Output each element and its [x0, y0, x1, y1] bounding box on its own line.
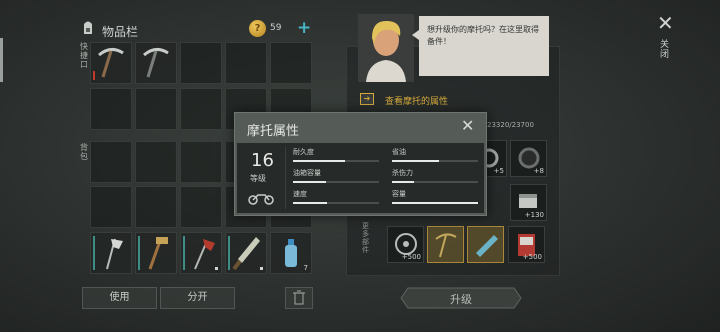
- hammer-slot[interactable]: [135, 232, 177, 274]
- pickaxe-icon: [143, 48, 169, 78]
- trash-button[interactable]: [285, 287, 313, 309]
- inventory-title: 物品栏: [102, 25, 139, 39]
- moto-stat-readout: 23320/23700: [487, 121, 534, 129]
- trash-icon: [293, 290, 305, 305]
- add-coins-button[interactable]: +: [297, 19, 311, 37]
- quick-slots-label: 快捷口: [80, 42, 88, 69]
- stat-bar-fill: [293, 160, 345, 162]
- coin-icon: ?: [249, 20, 266, 37]
- item-dot: [260, 267, 263, 270]
- stat-tank-capacity: 油箱容量: [293, 168, 379, 183]
- stat-label: 速度: [293, 190, 307, 198]
- stat-damage: 杀伤力: [392, 168, 478, 183]
- stat-bar-track: [293, 160, 379, 162]
- more-parts-label: 更多部件: [362, 222, 369, 254]
- durability-bar: [93, 71, 95, 80]
- part-crate[interactable]: +130: [510, 184, 547, 221]
- level-number: 16: [251, 150, 274, 171]
- backpack-icon: [84, 21, 92, 34]
- empty-slot[interactable]: [135, 88, 177, 130]
- stat-bar-fill: [392, 181, 414, 183]
- stat-speed: 速度: [293, 189, 379, 204]
- part-quantity: +8: [533, 167, 544, 175]
- part-wheel[interactable]: +500: [387, 226, 424, 263]
- edge-tab[interactable]: [0, 38, 3, 82]
- water-bottle-slot[interactable]: 7: [270, 232, 312, 274]
- coin-count: 59: [270, 23, 282, 33]
- stat-durability: 耐久度: [293, 147, 379, 162]
- popup-body: 16 等级 耐久度 省油 油箱容量 杀伤力 速度 容量: [237, 143, 484, 213]
- cylinder-icon: [476, 235, 498, 257]
- stat-bar-track: [392, 202, 478, 204]
- empty-slot[interactable]: [135, 186, 177, 228]
- stat-bar-track: [392, 181, 478, 183]
- machete-slot[interactable]: [225, 232, 267, 274]
- durability-bar: [228, 236, 230, 270]
- stat-label: 杀伤力: [392, 169, 413, 177]
- empty-slot[interactable]: [90, 141, 132, 183]
- empty-slot[interactable]: [180, 186, 222, 228]
- motorcycle-icon: [248, 194, 274, 205]
- stat-bar-track: [293, 202, 379, 204]
- empty-slot[interactable]: [135, 141, 177, 183]
- stat-bar-fill: [293, 181, 326, 183]
- item-dot: [215, 267, 218, 270]
- part-quantity: +500: [522, 253, 542, 261]
- empty-slot[interactable]: [225, 42, 267, 84]
- stat-label: 耐久度: [293, 148, 314, 156]
- empty-slot[interactable]: [90, 186, 132, 228]
- view-properties-row[interactable]: ➔ 查看摩托的属性: [352, 86, 552, 114]
- split-button[interactable]: 分开: [160, 287, 235, 309]
- empty-slot[interactable]: [180, 88, 222, 130]
- hammer-icon: [148, 237, 168, 270]
- part-manual[interactable]: +500: [508, 226, 545, 263]
- stat-bar-fill: [392, 160, 440, 162]
- item-quantity: 7: [303, 264, 308, 272]
- arrow-right-icon: ➔: [360, 93, 374, 105]
- durability-bar: [138, 236, 140, 270]
- empty-slot[interactable]: [180, 141, 222, 183]
- view-properties-link[interactable]: 查看摩托的属性: [385, 94, 448, 107]
- empty-slot[interactable]: [90, 88, 132, 130]
- part-quantity: +500: [401, 253, 421, 261]
- stat-bar-fill: [293, 202, 328, 204]
- part-quantity: +130: [524, 211, 544, 219]
- part-cylinder[interactable]: [467, 226, 504, 263]
- popup-title: 摩托属性: [247, 124, 300, 139]
- stat-capacity: 容量: [392, 189, 478, 204]
- part-tire-small[interactable]: +8: [510, 140, 547, 177]
- stat-fuel-economy: 省油: [392, 147, 478, 162]
- npc-speech-bubble: 想升级你的摩托吗？在这里取得备件！: [412, 16, 549, 76]
- durability-bar: [93, 236, 95, 270]
- pickaxe-slot[interactable]: [90, 42, 132, 84]
- popup-close-icon[interactable]: ✕: [461, 117, 474, 135]
- mechanic-portrait: [358, 14, 414, 82]
- stat-bar-track: [392, 160, 478, 162]
- stat-bar-track: [293, 181, 379, 183]
- pickaxe-icon: [435, 233, 457, 258]
- axe-bloody-slot[interactable]: [180, 232, 222, 274]
- part-quantity: +5: [493, 167, 504, 175]
- level-label: 等级: [250, 174, 266, 183]
- empty-slot[interactable]: [180, 42, 222, 84]
- moto-properties-popup: 摩托属性 ✕ 16 等级 耐久度 省油 油箱容量 杀伤力 速度 容量: [234, 112, 487, 216]
- axe-icon: [106, 238, 123, 270]
- upgrade-button[interactable]: 升级: [400, 291, 522, 307]
- axe-slot[interactable]: [90, 232, 132, 274]
- stat-label: 省油: [392, 148, 406, 156]
- part-yellow-tool[interactable]: [427, 226, 464, 263]
- stat-label: 容量: [392, 190, 406, 198]
- empty-slot[interactable]: [270, 42, 312, 84]
- stat-label: 油箱容量: [293, 169, 321, 177]
- pickaxe-icon: [98, 48, 124, 78]
- close-label[interactable]: 关闭: [660, 40, 670, 60]
- use-button[interactable]: 使用: [82, 287, 157, 309]
- stat-bar-fill: [392, 202, 478, 204]
- pickaxe-slot-2[interactable]: [135, 42, 177, 84]
- durability-bar: [183, 236, 185, 270]
- close-icon[interactable]: ✕: [657, 13, 674, 33]
- backpack-label: 背包: [80, 143, 88, 161]
- divider: [285, 147, 286, 209]
